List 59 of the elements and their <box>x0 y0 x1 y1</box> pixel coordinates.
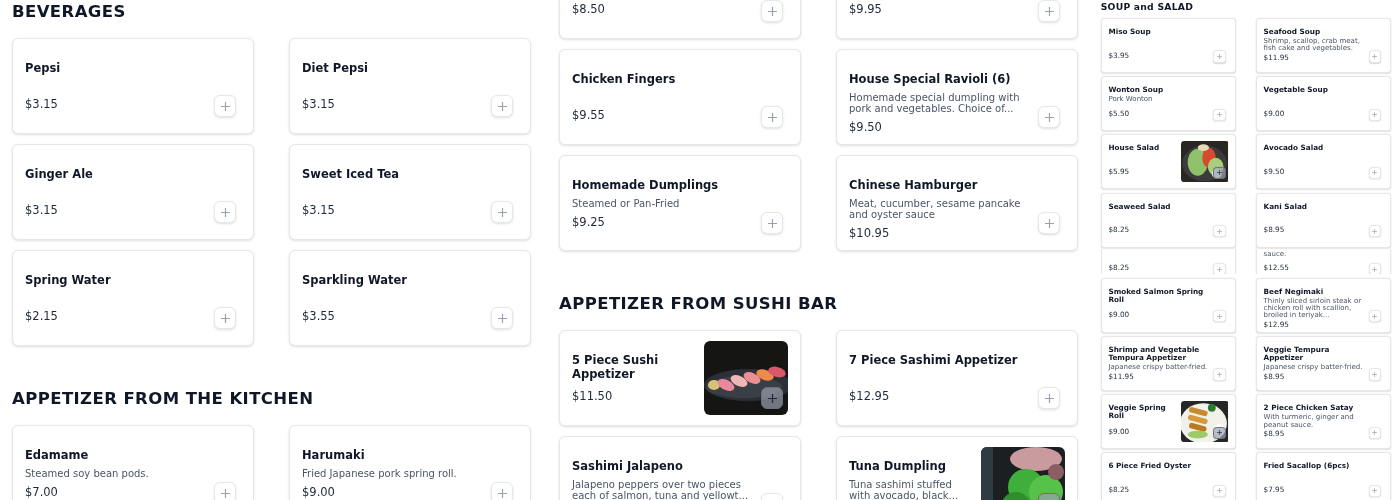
item-price: $9.25 <box>572 214 606 230</box>
item-name: Diet Pepsi <box>302 61 370 75</box>
section-heading: APPETIZER FROM THE KITCHEN <box>12 388 315 410</box>
item-description: Steamed soy bean pods. <box>25 468 150 479</box>
plus-icon <box>767 6 777 16</box>
item-price: $7.00 <box>25 484 59 500</box>
item-description: Fried Japanese pork spring roll. <box>302 468 458 479</box>
item-price: $9.50 <box>849 119 883 135</box>
item-name: Homemade Dumplings <box>572 178 720 192</box>
item-price: $9.55 <box>572 107 606 123</box>
plus-icon <box>220 488 230 498</box>
section-heading: BEVERAGES <box>12 1 127 23</box>
item-price: $3.55 <box>302 308 336 324</box>
item-description: Tuna sashimi stuffed with avocado, black... <box>849 479 960 500</box>
plus-icon <box>1044 393 1054 403</box>
plus-icon <box>767 393 777 403</box>
plus-icon <box>1044 218 1054 228</box>
item-name: Sashimi Jalapeno <box>572 459 684 473</box>
item-description: Meat, cucumber, sesame pancake and oyster sauce <box>849 198 1022 220</box>
plus-icon <box>497 313 507 323</box>
plus-icon <box>1044 6 1054 16</box>
add-button[interactable] <box>761 387 783 409</box>
item-name: Chinese Hamburger <box>849 178 979 192</box>
section-heading: SOUP and SALAD <box>1100 0 1195 14</box>
item-price: $2.15 <box>25 308 59 324</box>
item-name: Spring Water <box>25 273 112 287</box>
plus-icon <box>767 112 777 122</box>
item-price: $3.15 <box>25 96 59 112</box>
plus-icon <box>497 488 507 498</box>
item-price: $9.95 <box>849 1 883 17</box>
item-price: $11.50 <box>572 388 614 404</box>
item-price: $3.15 <box>302 96 336 112</box>
item-price: $12.95 <box>849 388 891 404</box>
item-name: House Special Ravioli (6) <box>849 72 1012 86</box>
plus-icon <box>497 101 507 111</box>
item-price: $3.15 <box>302 202 336 218</box>
item-name: Sweet Iced Tea <box>302 167 400 181</box>
plus-icon <box>220 313 230 323</box>
item-name: Sparkling Water <box>302 273 408 287</box>
plus-icon <box>1044 112 1054 122</box>
item-name: 7 Piece Sashimi Appetizer <box>849 353 1019 367</box>
item-price: $8.50 <box>572 1 606 17</box>
plus-icon <box>767 218 777 228</box>
item-name: Ginger Ale <box>25 167 94 181</box>
item-price: $10.95 <box>849 225 891 241</box>
item-name: 5 Piece Sushi Appetizer <box>572 353 660 381</box>
item-name: Tuna Dumpling <box>849 459 947 473</box>
item-name: Edamame <box>25 448 90 462</box>
item-price: $3.15 <box>25 202 59 218</box>
item-price: $9.00 <box>302 484 336 500</box>
plus-icon <box>497 207 507 217</box>
item-name: Chicken Fingers <box>572 72 677 86</box>
section-heading: APPETIZER FROM SUSHI BAR <box>559 293 839 315</box>
item-description: Homemade special dumpling with pork and vegetables. Choice of... <box>849 92 1021 114</box>
item-description: Steamed or Pan-Fried <box>572 198 681 209</box>
plus-icon <box>220 207 230 217</box>
item-name: Harumaki <box>302 448 366 462</box>
item-name: Pepsi <box>25 61 62 75</box>
plus-icon <box>220 101 230 111</box>
